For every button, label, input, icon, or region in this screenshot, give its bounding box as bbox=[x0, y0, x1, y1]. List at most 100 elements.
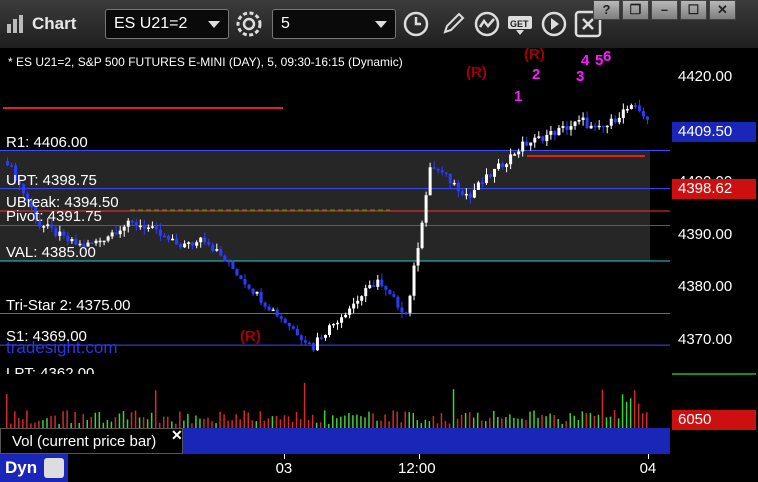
volume-legend-label: Vol (current price bar) bbox=[12, 433, 157, 450]
volume-bar bbox=[62, 411, 64, 428]
volume-bar bbox=[247, 412, 249, 428]
minimize-button[interactable]: – bbox=[651, 0, 678, 20]
volume-pane[interactable] bbox=[0, 375, 670, 428]
volume-bar bbox=[239, 419, 241, 428]
price-chart[interactable]: * ES U21=2, S&P 500 FUTURES E-MINI (DAY)… bbox=[0, 48, 670, 374]
volume-bar bbox=[541, 415, 543, 428]
volume-bar bbox=[303, 382, 306, 428]
maximize-button[interactable]: ☐ bbox=[680, 0, 707, 20]
candle bbox=[267, 304, 271, 312]
clock-icon[interactable] bbox=[401, 9, 431, 39]
volume-bar bbox=[593, 416, 596, 428]
candle bbox=[645, 116, 649, 125]
volume-bars bbox=[6, 382, 648, 428]
chart-window-title[interactable]: Chart bbox=[4, 11, 102, 37]
gear-icon[interactable] bbox=[234, 9, 264, 39]
volume-bar bbox=[195, 415, 197, 428]
symbol-dropdown[interactable]: ES U21=2 bbox=[105, 9, 229, 39]
candle bbox=[275, 307, 279, 318]
symbol-value: ES U21=2 bbox=[114, 15, 188, 32]
volume-bar bbox=[134, 410, 137, 428]
volume-bar bbox=[428, 421, 431, 428]
volume-bar bbox=[368, 411, 370, 428]
volume-bar bbox=[613, 410, 616, 428]
chart-app-icon bbox=[7, 15, 23, 33]
volume-bar bbox=[231, 420, 233, 428]
volume-bar bbox=[404, 411, 406, 428]
volume-bar bbox=[154, 390, 157, 428]
signal-marker: (R) bbox=[524, 48, 545, 63]
chevron-down-icon bbox=[208, 21, 220, 28]
dynamic-label: Dyn bbox=[5, 458, 38, 477]
volume-bar bbox=[344, 415, 346, 428]
volume-bar bbox=[525, 420, 527, 428]
volume-legend[interactable]: Vol (current price bar) ✕ bbox=[0, 427, 183, 454]
volume-bar bbox=[589, 412, 592, 428]
volume-bar bbox=[577, 419, 580, 428]
candle bbox=[271, 307, 275, 312]
volume-bar bbox=[162, 416, 165, 428]
price-axis[interactable]: 4420.004410.004400.004390.004380.004370.… bbox=[670, 48, 758, 374]
level-label: Tri-Star 2: 4375.00 bbox=[6, 296, 131, 314]
volume-bar bbox=[460, 414, 463, 428]
candle bbox=[609, 114, 613, 129]
interval-dropdown[interactable]: 5 bbox=[272, 9, 396, 39]
candle bbox=[384, 285, 388, 296]
get-icon[interactable]: GET bbox=[506, 9, 536, 39]
candle bbox=[352, 297, 356, 314]
play-icon[interactable] bbox=[539, 9, 569, 39]
volume-bar bbox=[617, 418, 620, 428]
volume-bar bbox=[311, 414, 314, 428]
candle bbox=[404, 311, 408, 315]
dynamic-indicator[interactable]: Dyn bbox=[0, 454, 68, 482]
volume-bar bbox=[501, 418, 503, 428]
candle bbox=[368, 280, 372, 290]
candle bbox=[360, 295, 364, 306]
candle bbox=[255, 291, 259, 296]
candle bbox=[541, 135, 545, 144]
restore-button[interactable]: ❐ bbox=[622, 0, 649, 20]
volume-bar bbox=[609, 416, 612, 428]
indicator-icon[interactable] bbox=[472, 9, 502, 39]
volume-bar bbox=[513, 417, 515, 428]
candle bbox=[364, 284, 368, 302]
volume-bar bbox=[456, 418, 459, 428]
volume-bar bbox=[283, 415, 286, 428]
volume-bar bbox=[557, 418, 559, 428]
candle bbox=[581, 112, 585, 126]
volume-bar bbox=[150, 412, 153, 428]
volume-bar bbox=[396, 411, 398, 428]
candle bbox=[561, 121, 565, 133]
candle bbox=[613, 115, 617, 124]
volume-bar bbox=[90, 416, 93, 428]
candle bbox=[263, 301, 267, 310]
window-controls: ? ❐ – ☐ ✕ bbox=[593, 0, 757, 22]
candle bbox=[247, 284, 251, 291]
window-close-button[interactable]: ✕ bbox=[709, 0, 736, 20]
level-label: UPT: 4398.75 bbox=[6, 171, 97, 189]
volume-bar bbox=[138, 417, 141, 428]
pencil-icon[interactable] bbox=[438, 9, 468, 39]
price-tick-label: 4380.00 bbox=[678, 278, 733, 296]
candle bbox=[311, 342, 315, 353]
volume-bar bbox=[625, 401, 628, 428]
candle bbox=[577, 115, 581, 125]
signal-marker: 4 bbox=[581, 52, 590, 69]
volume-bar bbox=[167, 416, 169, 428]
volume-bar bbox=[126, 419, 129, 428]
volume-bar bbox=[444, 421, 447, 428]
candle bbox=[372, 280, 376, 288]
volume-bar bbox=[629, 398, 632, 428]
legend-close-icon[interactable]: ✕ bbox=[171, 427, 183, 444]
lock-icon[interactable] bbox=[44, 458, 64, 478]
time-tick-label: 03 bbox=[275, 460, 293, 477]
help-button[interactable]: ? bbox=[593, 0, 620, 20]
volume-bar bbox=[484, 421, 487, 428]
volume-bar bbox=[529, 411, 531, 428]
volume-bar bbox=[203, 418, 205, 428]
volume-bar bbox=[352, 415, 354, 428]
candle bbox=[412, 262, 416, 301]
volume-bar bbox=[468, 412, 471, 428]
candle bbox=[336, 320, 340, 330]
volume-bar bbox=[38, 420, 40, 428]
